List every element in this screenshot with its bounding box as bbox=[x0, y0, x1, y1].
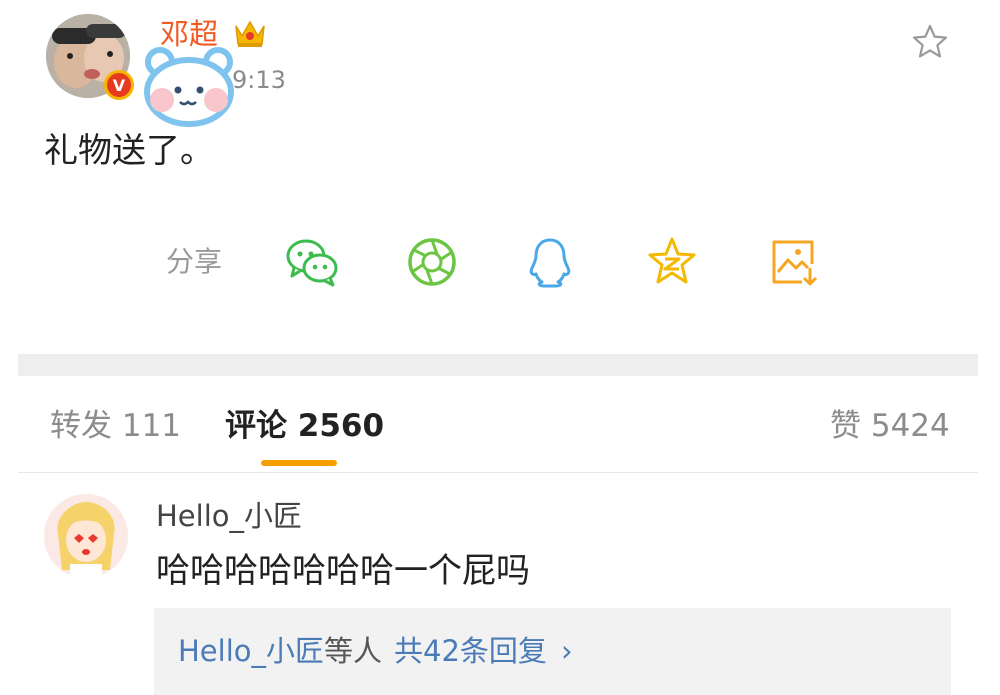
section-divider bbox=[18, 354, 978, 376]
tabs-divider bbox=[18, 472, 978, 473]
chevron-right-icon: › bbox=[560, 634, 573, 668]
post-time: 9:13 bbox=[232, 66, 286, 94]
reply-user-link[interactable]: Hello_小匠 bbox=[178, 634, 324, 668]
active-tab-indicator bbox=[261, 460, 337, 466]
tab-like[interactable]: 赞 5424 bbox=[830, 404, 950, 448]
save-image-icon[interactable] bbox=[766, 234, 822, 290]
share-label: 分享 bbox=[166, 245, 223, 278]
reply-others-label: 等人 bbox=[324, 634, 383, 668]
qq-icon[interactable] bbox=[522, 234, 578, 290]
favorite-star-icon[interactable] bbox=[910, 22, 950, 62]
reply-count-link[interactable]: 共42条回复 bbox=[394, 634, 547, 668]
post-content: 礼物送了。 bbox=[44, 131, 214, 171]
commenter-avatar[interactable] bbox=[44, 494, 128, 578]
tab-comment[interactable]: 评论 2560 bbox=[225, 404, 384, 448]
moments-icon[interactable] bbox=[404, 234, 460, 290]
wechat-icon[interactable] bbox=[284, 234, 340, 290]
comment-text: 哈哈哈哈哈哈哈一个屁吗 bbox=[156, 551, 530, 591]
bear-sticker-icon bbox=[140, 44, 238, 128]
qzone-icon[interactable] bbox=[644, 234, 700, 290]
tab-repost[interactable]: 转发 111 bbox=[50, 404, 181, 448]
replies-preview[interactable]: Hello_小匠等人 共42条回复 › bbox=[154, 608, 951, 695]
verified-badge-icon: V bbox=[104, 70, 134, 100]
commenter-username[interactable]: Hello_小匠 bbox=[156, 496, 302, 536]
